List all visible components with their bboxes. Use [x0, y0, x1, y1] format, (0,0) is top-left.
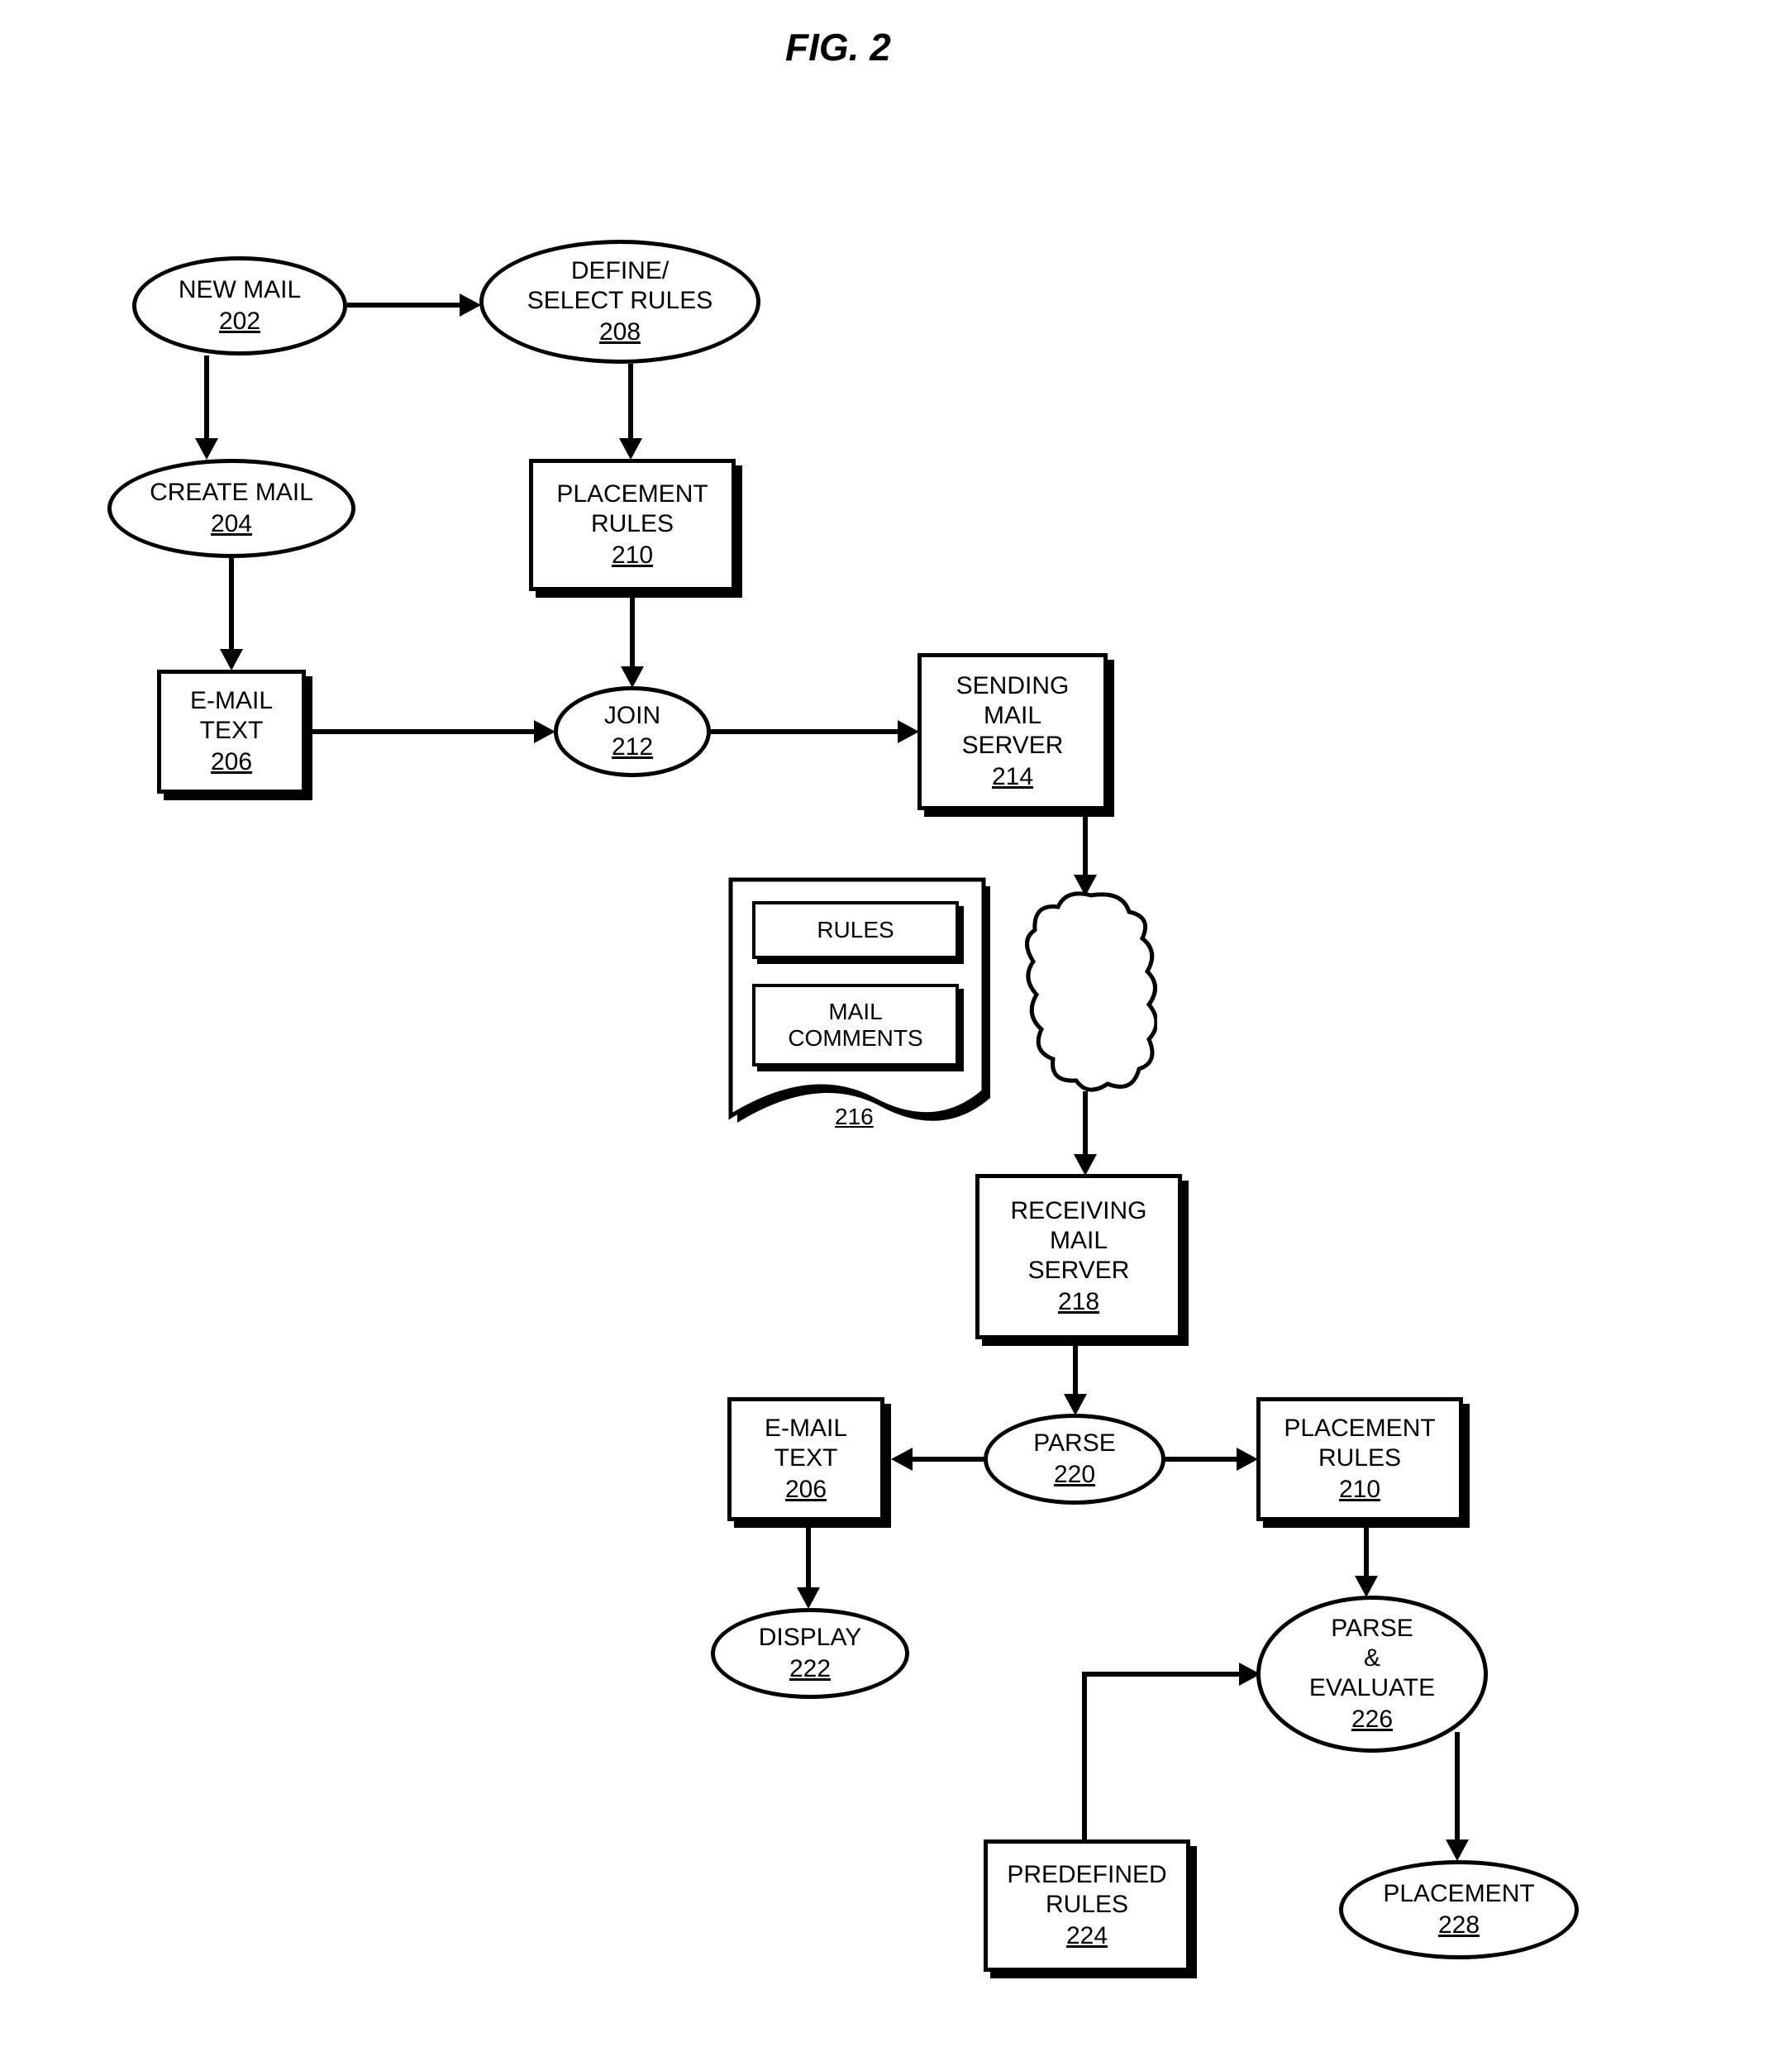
- node-email-text-2: E-MAIL TEXT 206: [727, 1397, 884, 1521]
- node-placement-rules: PLACEMENT RULES 210: [529, 459, 736, 591]
- node-ref: 210: [612, 541, 653, 570]
- arrow-head-icon: [619, 438, 642, 460]
- node-ref: 218: [1058, 1287, 1099, 1317]
- arrow: [1083, 817, 1088, 875]
- node-join: JOIN 212: [554, 686, 711, 777]
- node-label: NEW MAIL: [179, 275, 301, 305]
- node-display: DISPLAY 222: [711, 1608, 909, 1699]
- arrow: [1083, 1091, 1088, 1154]
- node-receiving-server: RECEIVING MAIL SERVER 218: [975, 1174, 1182, 1339]
- doc-box-rules: RULES: [752, 901, 959, 959]
- node-ref: 224: [1066, 1921, 1108, 1951]
- arrow-head-icon: [1074, 1154, 1097, 1176]
- arrow: [1073, 1346, 1078, 1394]
- arrow: [1455, 1732, 1460, 1839]
- node-label: PARSE: [1033, 1429, 1115, 1458]
- node-label: DISPLAY: [759, 1623, 862, 1653]
- flowchart-canvas: FIG. 2 NEW MAIL 202 CREATE MAIL 204 E-MA…: [0, 0, 1792, 2047]
- node-placement: PLACEMENT 228: [1339, 1860, 1579, 1959]
- arrow: [630, 595, 635, 666]
- arrow: [711, 729, 898, 734]
- arrow-head-icon: [1355, 1576, 1378, 1597]
- node-define-rules: DEFINE/ SELECT RULES 208: [479, 240, 760, 364]
- arrow: [347, 303, 460, 308]
- cloud-icon: [1025, 889, 1157, 1095]
- node-ref: 220: [1054, 1460, 1095, 1490]
- arrow: [1082, 1672, 1239, 1677]
- doc-ref: 216: [835, 1104, 874, 1130]
- arrow: [1364, 1528, 1369, 1576]
- node-ref: 206: [211, 747, 252, 777]
- arrow-head-icon: [898, 720, 919, 743]
- arrow: [911, 1457, 984, 1462]
- node-ref: 212: [612, 732, 653, 762]
- node-new-mail: NEW MAIL 202: [132, 256, 347, 355]
- arrow-head-icon: [1237, 1448, 1258, 1471]
- arrow-head-icon: [460, 293, 481, 317]
- arrow-head-icon: [1239, 1663, 1261, 1686]
- arrow: [312, 729, 534, 734]
- node-label: PLACEMENT: [1383, 1879, 1534, 1909]
- node-sending-server: SENDING MAIL SERVER 214: [917, 653, 1108, 810]
- arrow: [1165, 1457, 1237, 1462]
- node-label: PARSE & EVALUATE: [1309, 1614, 1435, 1703]
- arrow-head-icon: [621, 666, 644, 688]
- node-ref: 206: [785, 1475, 827, 1505]
- arrow: [628, 364, 633, 438]
- arrow-head-icon: [891, 1448, 913, 1471]
- node-label: JOIN: [604, 701, 660, 731]
- arrow-head-icon: [1446, 1839, 1469, 1861]
- node-label: E-MAIL TEXT: [765, 1414, 847, 1473]
- node-parse-evaluate: PARSE & EVALUATE 226: [1256, 1596, 1488, 1753]
- node-ref: 228: [1438, 1911, 1480, 1940]
- arrow: [1082, 1674, 1087, 1839]
- node-label: E-MAIL TEXT: [190, 686, 273, 746]
- node-label: CREATE MAIL: [150, 478, 313, 508]
- arrow: [204, 355, 209, 438]
- node-label: PREDEFINED RULES: [1007, 1860, 1166, 1920]
- doc-box-label: RULES: [817, 917, 894, 943]
- node-predefined-rules: PREDEFINED RULES 224: [984, 1839, 1190, 1972]
- doc-box-label: MAIL COMMENTS: [788, 999, 922, 1052]
- arrow-head-icon: [195, 438, 218, 460]
- arrow: [806, 1528, 811, 1587]
- node-ref: 204: [211, 509, 252, 539]
- doc-box-mail-comments: MAIL COMMENTS: [752, 984, 959, 1066]
- node-label: PLACEMENT RULES: [556, 480, 708, 539]
- node-ref: 208: [599, 317, 641, 347]
- node-label: SENDING MAIL SERVER: [956, 671, 1070, 761]
- node-ref: 202: [219, 307, 260, 336]
- node-ref: 226: [1351, 1705, 1393, 1734]
- node-ref: 222: [789, 1654, 831, 1684]
- arrow-head-icon: [534, 720, 555, 743]
- node-document: RULES MAIL COMMENTS 216: [727, 876, 1000, 1141]
- node-ref: 210: [1339, 1475, 1380, 1505]
- arrow: [229, 558, 234, 649]
- node-label: DEFINE/ SELECT RULES: [527, 256, 713, 316]
- node-label: RECEIVING MAIL SERVER: [1010, 1196, 1146, 1286]
- node-ref: 214: [992, 762, 1033, 792]
- arrow-head-icon: [797, 1587, 820, 1609]
- node-label: PLACEMENT RULES: [1284, 1414, 1435, 1473]
- figure-title: FIG. 2: [785, 25, 891, 69]
- arrow-head-icon: [220, 649, 243, 670]
- node-email-text: E-MAIL TEXT 206: [157, 670, 306, 794]
- node-placement-rules-2: PLACEMENT RULES 210: [1256, 1397, 1463, 1521]
- arrow-head-icon: [1074, 875, 1097, 896]
- arrow-head-icon: [1064, 1394, 1087, 1415]
- node-create-mail: CREATE MAIL 204: [107, 459, 355, 558]
- node-parse: PARSE 220: [984, 1414, 1165, 1505]
